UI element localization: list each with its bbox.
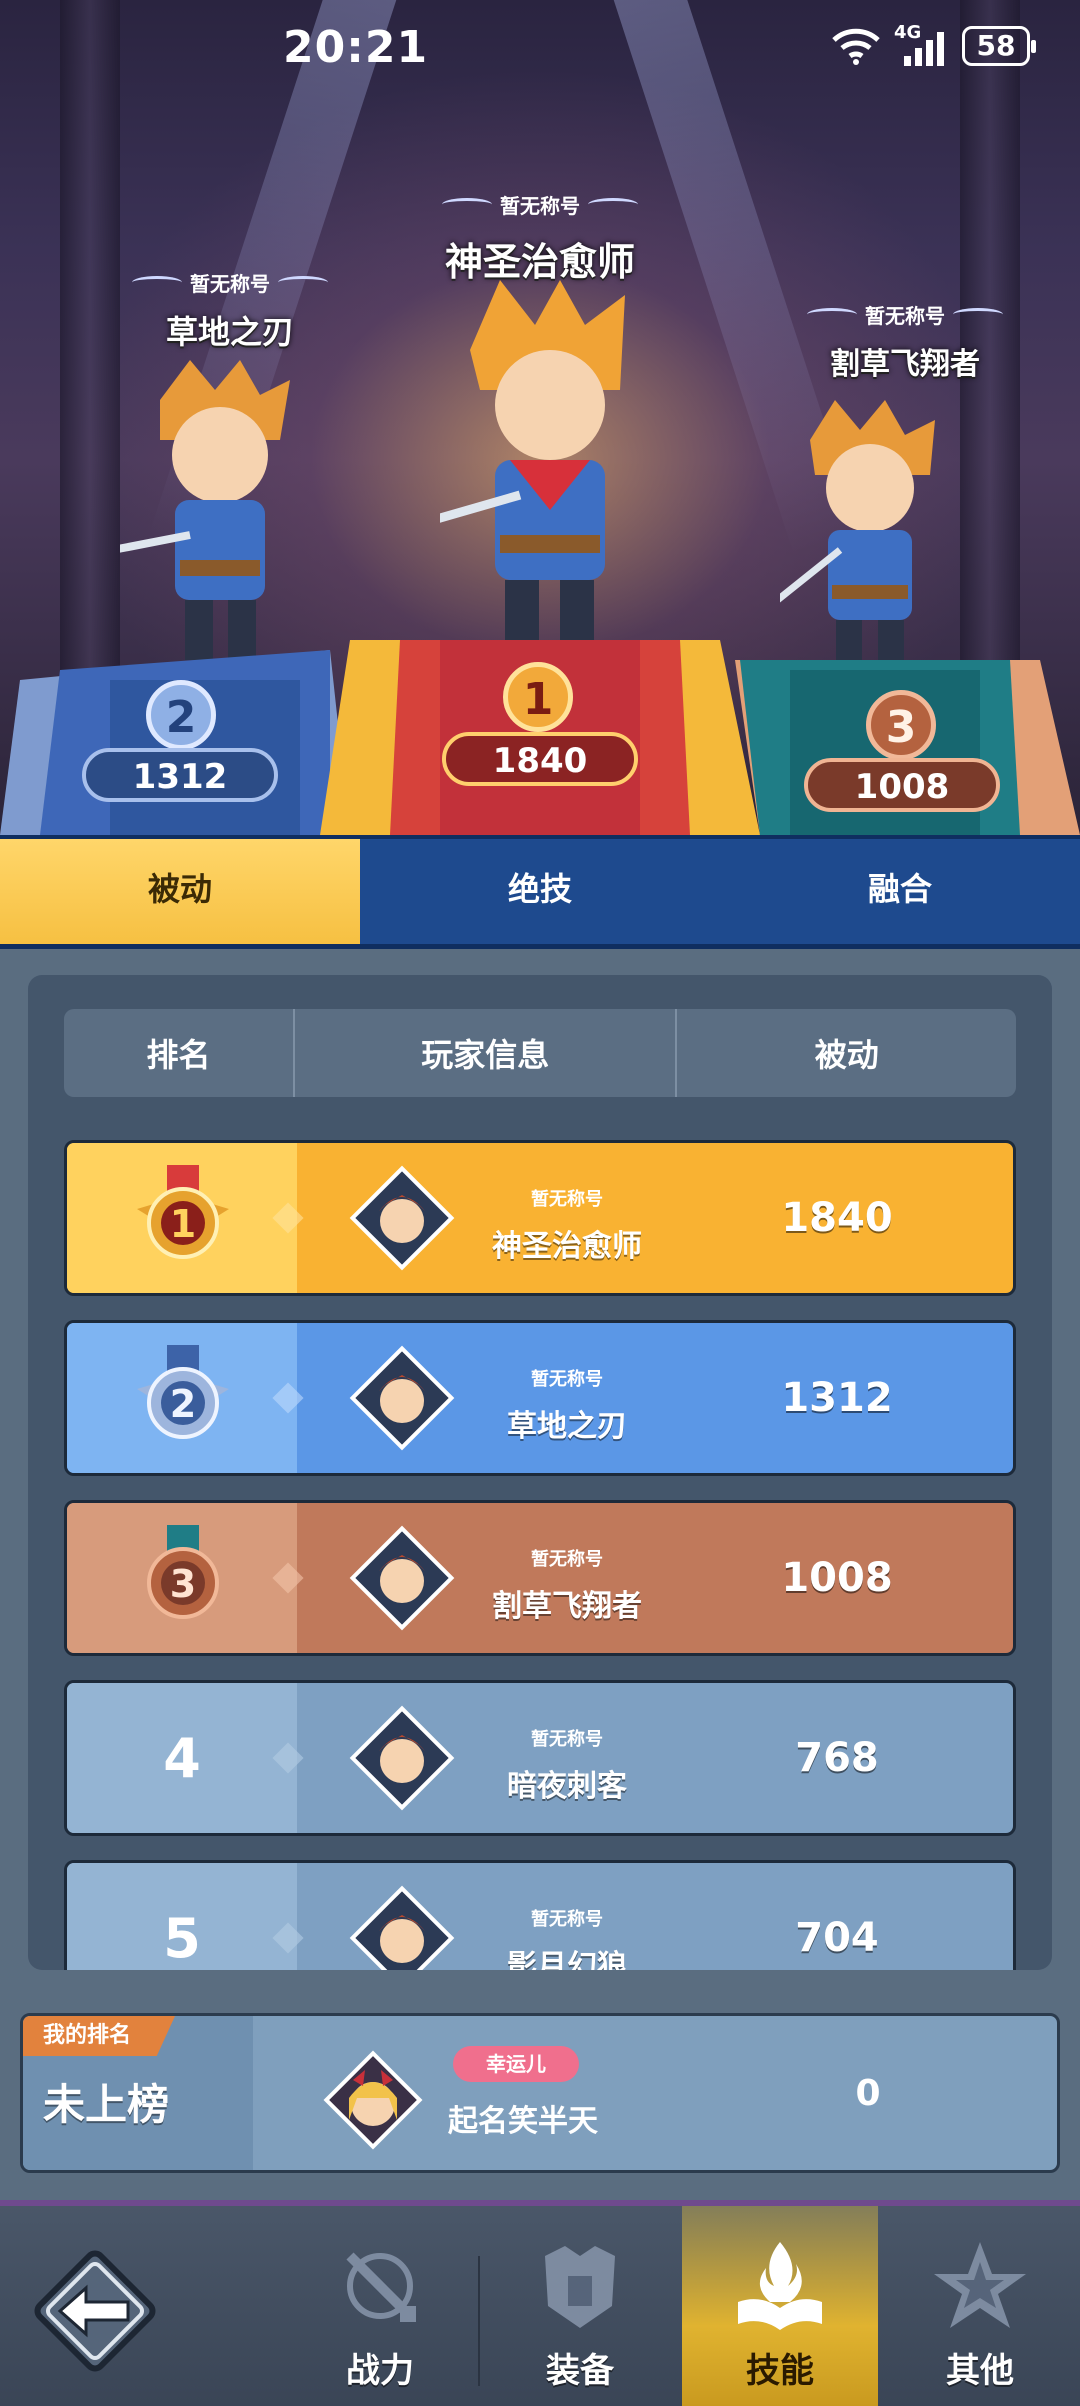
player-avatar xyxy=(349,1525,455,1631)
rank-2-badge: 2 xyxy=(146,680,216,750)
player-name: 草地之刃 xyxy=(507,1409,627,1444)
nav-divider xyxy=(478,2256,480,2386)
podium-hero-3: 暂无称号 割草飞翔者 xyxy=(770,300,1040,383)
category-tabs: 被动 绝技 融合 xyxy=(0,835,1080,949)
table-row[interactable]: 2 暂无称号 草地之刃 1312 xyxy=(64,1320,1016,1476)
tab-ultimate[interactable]: 绝技 xyxy=(360,839,720,944)
hero-title: 暂无称号 xyxy=(100,268,360,297)
player-name: 暗夜刺客 xyxy=(507,1769,627,1804)
player-title-badge: 幸运儿 xyxy=(453,2046,579,2082)
signal-icon xyxy=(904,32,944,66)
header-score: 被动 xyxy=(814,1036,879,1074)
tab-fusion[interactable]: 融合 xyxy=(720,839,1080,944)
podium-score-1: 1840 xyxy=(442,732,638,786)
player-name: 影月幻狼 xyxy=(507,1949,627,1970)
player-title: 暂无称号 xyxy=(531,1189,603,1210)
status-time: 20:21 xyxy=(283,22,429,73)
rank-1-badge: 1 xyxy=(503,662,573,732)
battery-indicator: 58 xyxy=(962,26,1036,66)
my-rank-tag: 我的排名 xyxy=(23,2016,175,2056)
player-avatar xyxy=(349,1345,455,1451)
nav-power[interactable]: 战力 xyxy=(282,2206,478,2406)
hero-name: 神圣治愈师 xyxy=(444,240,635,284)
wifi-icon xyxy=(832,28,880,65)
table-row[interactable]: 3 暂无称号 割草飞翔者 1008 xyxy=(64,1500,1016,1656)
rank-number: 3 xyxy=(169,1562,197,1606)
nav-label: 战力 xyxy=(346,2351,414,2391)
player-name: 神圣治愈师 xyxy=(492,1229,642,1264)
player-avatar xyxy=(349,1885,455,1970)
my-player-name: 起名笑半天 xyxy=(448,2104,598,2139)
hero-name: 草地之刃 xyxy=(165,313,294,351)
table-row[interactable]: 1 暂无称号 神圣治愈师 1840 xyxy=(64,1140,1016,1296)
rank-3-badge: 3 xyxy=(866,690,936,760)
header-player-info: 玩家信息 xyxy=(295,1009,678,1097)
nav-label: 装备 xyxy=(546,2351,614,2391)
back-arrow-icon[interactable] xyxy=(30,2246,160,2376)
score-value: 1008 xyxy=(781,1555,893,1601)
table-row[interactable]: 5 暂无称号 影月幻狼 704 xyxy=(64,1860,1016,1970)
status-bar: 20:21 4G 58 xyxy=(0,0,1080,100)
sword-icon xyxy=(346,2252,416,2322)
table-row[interactable]: 4 暂无称号 暗夜刺客 768 xyxy=(64,1680,1016,1836)
ranking-list-panel[interactable]: 排名 玩家信息 被动 1 暂无称号 神圣治愈师 1840 2 暂无称号 草地之刃… xyxy=(28,975,1052,1970)
header-rank: 排名 xyxy=(64,1009,296,1097)
armor-icon xyxy=(545,2246,615,2328)
podium-hero-2: 暂无称号 草地之刃 xyxy=(100,268,360,353)
nav-label: 其他 xyxy=(946,2351,1014,2391)
book-flame-icon xyxy=(738,2242,822,2330)
player-title: 暂无称号 xyxy=(531,1909,603,1930)
star-icon xyxy=(934,2242,1026,2328)
player-title: 暂无称号 xyxy=(531,1729,603,1750)
player-avatar xyxy=(349,1705,455,1811)
rank-number: 1 xyxy=(169,1202,197,1246)
nav-skills[interactable]: 技能 xyxy=(682,2206,878,2406)
nav-equipment[interactable]: 装备 xyxy=(482,2206,678,2406)
rank-number: 2 xyxy=(169,1382,197,1426)
leaderboard-podium-stage: 20:21 4G 58 暂无称号 草地之刃 暂无称号 神圣治愈师 暂无称号 割草… xyxy=(0,0,1080,835)
my-avatar xyxy=(323,2050,423,2150)
player-avatar xyxy=(349,1165,455,1271)
hero-name: 割草飞翔者 xyxy=(830,347,980,382)
podium-score-2: 1312 xyxy=(82,748,278,802)
my-score-value: 0 xyxy=(855,2072,881,2114)
my-rank-status: 未上榜 xyxy=(43,2080,170,2129)
bottom-navigation: 战力 装备 技能 其他 xyxy=(0,2200,1080,2406)
podium-hero-1: 暂无称号 神圣治愈师 xyxy=(400,190,680,286)
rank-number: 5 xyxy=(163,1906,201,1970)
player-title: 暂无称号 xyxy=(531,1369,603,1390)
rank-number: 4 xyxy=(163,1726,201,1790)
my-rank-card: 我的排名 未上榜 幸运儿 起名笑半天 0 xyxy=(20,2013,1060,2173)
score-value: 1840 xyxy=(781,1195,893,1241)
nav-label: 技能 xyxy=(746,2351,814,2391)
hero-character-1 xyxy=(440,280,625,660)
hero-title: 暂无称号 xyxy=(770,300,1040,329)
score-value: 1312 xyxy=(781,1375,893,1421)
table-header: 排名 玩家信息 被动 xyxy=(64,1009,1016,1097)
nav-other[interactable]: 其他 xyxy=(882,2206,1078,2406)
hero-character-2 xyxy=(120,360,290,660)
player-name: 割草飞翔者 xyxy=(492,1589,642,1624)
score-value: 768 xyxy=(795,1735,879,1781)
hero-title: 暂无称号 xyxy=(400,190,680,219)
score-value: 704 xyxy=(795,1915,879,1961)
podium-score-3: 1008 xyxy=(804,758,1000,812)
player-title: 暂无称号 xyxy=(531,1549,603,1570)
tab-passive[interactable]: 被动 xyxy=(0,839,360,944)
